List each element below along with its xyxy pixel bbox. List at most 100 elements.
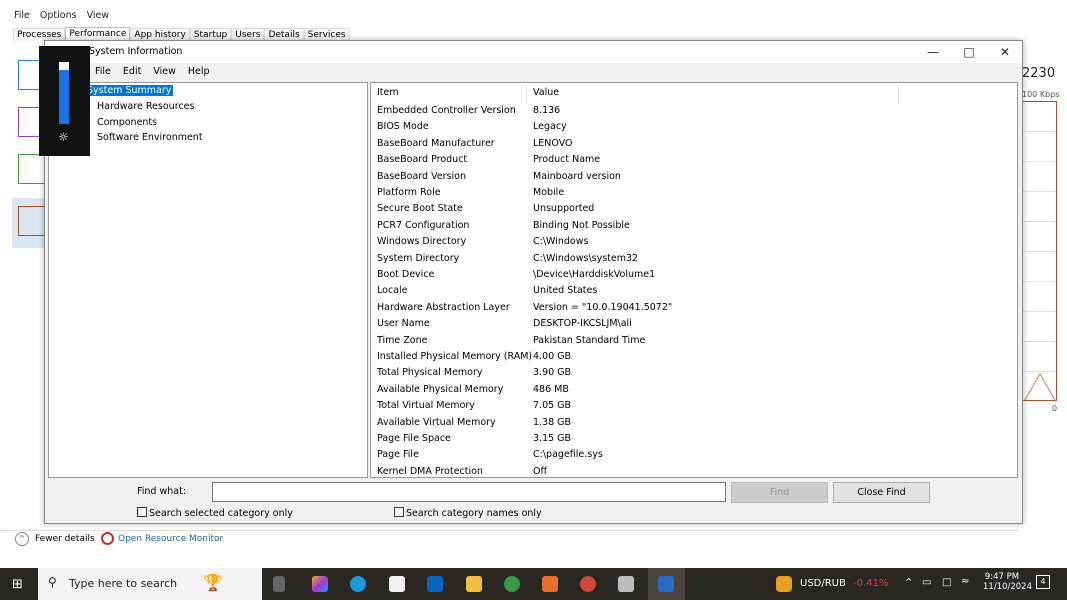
table-row[interactable]: Embedded Controller Version 8.136	[371, 103, 1011, 119]
menu-options[interactable]: Options	[40, 10, 77, 21]
close-button[interactable]: ✕	[987, 41, 1023, 63]
brightness-overlay: ☼	[39, 46, 90, 156]
item-cell: BaseBoard Version	[377, 170, 467, 182]
wifi-icon[interactable]: ≈	[961, 576, 969, 587]
menu-file[interactable]: File	[95, 66, 111, 77]
menu-edit[interactable]: Edit	[123, 66, 141, 77]
value-cell: Binding Not Possible	[533, 219, 630, 231]
show-hidden-icons[interactable]: ⌃	[904, 576, 913, 589]
table-row[interactable]: Boot Device \Device\HarddiskVolume1	[371, 267, 1011, 283]
menu-help[interactable]: Help	[188, 66, 210, 77]
chrome-profile-icon[interactable]	[580, 576, 596, 592]
value-cell: 486 MB	[533, 383, 569, 395]
tree-item-software-environment[interactable]: Software Environment	[97, 132, 203, 143]
chevron-up-icon[interactable]: ^	[15, 532, 29, 546]
xampp-icon[interactable]	[542, 576, 558, 592]
menu-file[interactable]: File	[14, 10, 30, 21]
value-cell: C:\pagefile.sys	[533, 449, 603, 461]
fewer-details-link[interactable]: Fewer details	[35, 534, 95, 544]
table-row[interactable]: Total Physical Memory 3.90 GB	[371, 365, 1011, 381]
item-cell: Available Virtual Memory	[377, 416, 496, 428]
value-cell: Unsupported	[533, 203, 595, 215]
outlook-icon[interactable]	[427, 576, 443, 592]
table-row[interactable]: BaseBoard Version Mainboard version	[371, 169, 1011, 185]
search-icon: ⚲	[48, 575, 57, 589]
stock-widget-icon[interactable]	[776, 576, 792, 592]
tab-performance[interactable]: Performance	[65, 27, 131, 41]
find-button[interactable]: Find	[731, 482, 828, 503]
edge-icon[interactable]	[350, 576, 366, 592]
table-row[interactable]: BaseBoard Product Product Name	[371, 152, 1011, 168]
network-icon[interactable]: □	[942, 577, 951, 588]
table-row[interactable]: Page File Space 3.15 GB	[371, 431, 1011, 447]
value-cell: C:\Windows	[533, 236, 589, 248]
table-row[interactable]: BaseBoard Manufacturer LENOVO	[371, 136, 1011, 152]
item-cell: System Directory	[377, 252, 460, 264]
tree-item-components[interactable]: Components	[97, 117, 157, 128]
column-item[interactable]: Item	[377, 87, 399, 98]
system-information-taskbar-button[interactable]	[648, 568, 685, 600]
network-zero: 0	[1052, 404, 1058, 413]
minimize-button[interactable]: —	[915, 41, 951, 63]
brightness-slider[interactable]	[59, 62, 69, 124]
clock[interactable]: 9:47 PM 11/10/2024	[983, 572, 1032, 592]
table-row[interactable]: Secure Boot State Unsupported	[371, 201, 1011, 217]
table-row[interactable]: Page File C:\pagefile.sys	[371, 447, 1011, 463]
item-cell: Total Virtual Memory	[377, 400, 475, 412]
chrome-icon[interactable]	[504, 576, 520, 592]
disk-thumbnail[interactable]	[18, 154, 46, 184]
network-thumbnail-selected[interactable]	[12, 198, 48, 248]
menu-view[interactable]: View	[87, 10, 110, 21]
item-cell: BIOS Mode	[377, 121, 429, 133]
taskbar: ⊞ ⚲ Type here to search 🏆 USD/RUB -0.41%…	[0, 568, 1067, 600]
table-row[interactable]: Hardware Abstraction Layer Version = "10.…	[371, 300, 1011, 316]
copilot-icon[interactable]	[312, 576, 328, 592]
battery-icon[interactable]: ▭	[922, 577, 931, 588]
item-cell: Page File	[377, 449, 419, 461]
search-names-label: Search category names only	[406, 508, 542, 519]
ticker-symbol[interactable]: USD/RUB	[800, 578, 846, 589]
value-cell: Legacy	[533, 121, 567, 133]
table-row[interactable]: Windows Directory C:\Windows	[371, 234, 1011, 250]
task-view-icon[interactable]	[273, 576, 285, 592]
table-row[interactable]: Locale United States	[371, 283, 1011, 299]
find-what-input[interactable]	[212, 482, 726, 502]
search-selected-category-checkbox[interactable]: Search selected category only	[137, 507, 293, 519]
table-row[interactable]: PCR7 Configuration Binding Not Possible	[371, 218, 1011, 234]
value-cell: Version = "10.0.19041.5072"	[533, 301, 673, 313]
control-panel-icon[interactable]	[618, 576, 634, 592]
item-cell: Kernel DMA Protection	[377, 465, 483, 477]
clock-time: 9:47 PM	[984, 572, 1020, 582]
close-find-button[interactable]: Close Find	[833, 482, 930, 503]
open-resource-monitor-link[interactable]: Open Resource Monitor	[118, 534, 223, 544]
table-row[interactable]: User Name DESKTOP-IKCSLJM\ali	[371, 316, 1011, 332]
table-row[interactable]: Kernel DMA Protection Off	[371, 464, 1011, 477]
menu-view[interactable]: View	[153, 66, 176, 77]
notification-center-icon[interactable]: 4	[1036, 575, 1050, 589]
file-explorer-icon[interactable]	[466, 576, 482, 592]
maximize-button[interactable]: □	[951, 41, 987, 63]
taskbar-search-box[interactable]: ⚲ Type here to search 🏆	[38, 568, 262, 600]
table-row[interactable]: Available Physical Memory 486 MB	[371, 382, 1011, 398]
table-row[interactable]: Time Zone Pakistan Standard Time	[371, 333, 1011, 349]
list-header: Item Value	[371, 85, 1011, 105]
tree-item-system-summary[interactable]: System Summary	[85, 85, 174, 96]
windows-start-icon[interactable]: ⊞	[12, 577, 23, 592]
tree-item-hardware-resources[interactable]: Hardware Resources	[97, 101, 194, 112]
item-cell: Total Physical Memory	[377, 367, 483, 379]
table-row[interactable]: Available Virtual Memory 1.38 GB	[371, 415, 1011, 431]
table-row[interactable]: Total Virtual Memory 7.05 GB	[371, 398, 1011, 414]
system-information-window: System Information — □ ✕ File Edit View Hel…	[44, 40, 1023, 524]
brightness-icon: ☼	[58, 130, 69, 144]
table-row[interactable]: BIOS Mode Legacy	[371, 119, 1011, 135]
store-icon[interactable]	[389, 576, 405, 592]
table-row[interactable]: System Directory C:\Windows\system32	[371, 251, 1011, 267]
resource-monitor-icon	[101, 532, 114, 545]
item-cell: PCR7 Configuration	[377, 219, 470, 231]
table-row[interactable]: Platform Role Mobile	[371, 185, 1011, 201]
search-category-names-checkbox[interactable]: Search category names only	[394, 507, 542, 519]
notification-count: 4	[1040, 577, 1046, 586]
value-cell: Off	[533, 465, 548, 477]
table-row[interactable]: Installed Physical Memory (RAM) 4.00 GB	[371, 349, 1011, 365]
column-value[interactable]: Value	[533, 87, 559, 98]
